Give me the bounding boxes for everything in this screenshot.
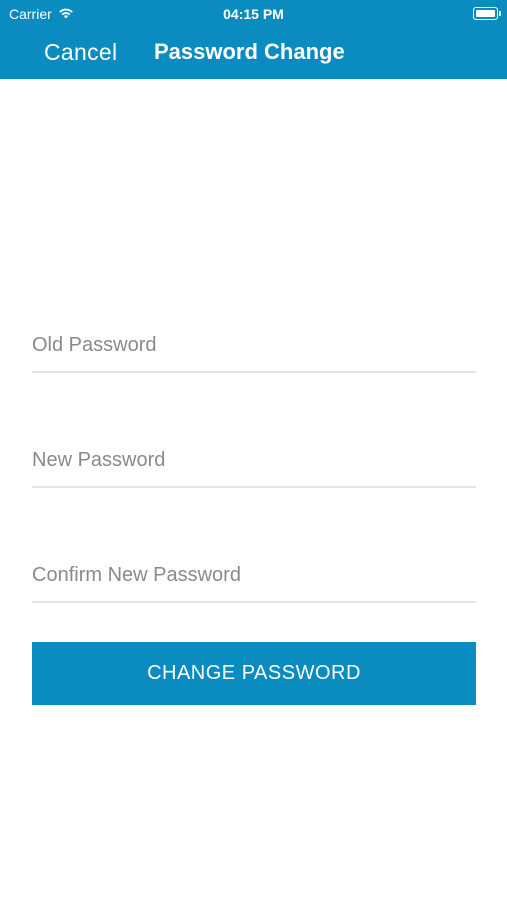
new-password-input[interactable] <box>32 449 476 472</box>
battery-icon <box>473 7 501 20</box>
new-password-field <box>32 435 476 488</box>
status-bar: Carrier 04:15 PM <box>0 0 507 28</box>
page-title: Password Change <box>154 39 345 64</box>
header: Carrier 04:15 PM Cancel Password Change <box>0 0 507 79</box>
battery-level <box>475 9 495 17</box>
old-password-input[interactable] <box>32 334 476 357</box>
clock: 04:15 PM <box>223 6 284 22</box>
confirm-password-input[interactable] <box>32 564 476 587</box>
navigation-bar: Cancel Password Change <box>0 28 507 79</box>
cancel-button[interactable]: Cancel <box>44 39 117 66</box>
old-password-field <box>32 320 476 373</box>
confirm-password-field <box>32 550 476 603</box>
change-password-button[interactable]: CHANGE PASSWORD <box>32 642 476 705</box>
password-change-form <box>32 320 476 643</box>
